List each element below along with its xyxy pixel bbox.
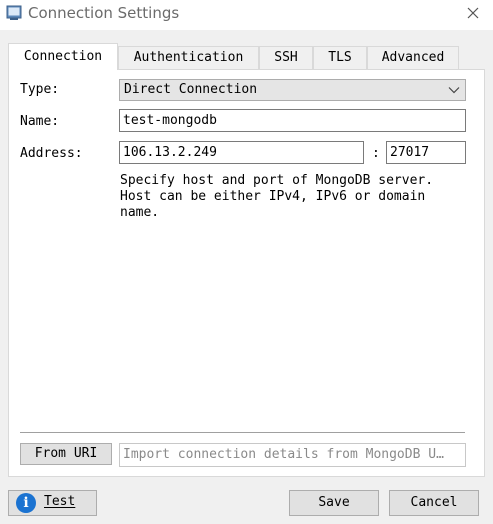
type-label: Type:	[20, 82, 60, 97]
close-icon[interactable]	[463, 3, 483, 23]
save-button[interactable]: Save	[289, 490, 379, 516]
type-select[interactable]: Direct Connection	[119, 79, 466, 101]
uri-input[interactable]: Import connection details from MongoDB U…	[119, 443, 466, 467]
info-icon: i	[16, 493, 36, 513]
divider	[20, 432, 465, 433]
window-title: Connection Settings	[28, 4, 180, 22]
cancel-button[interactable]: Cancel	[389, 490, 479, 516]
port-field[interactable]: 27017	[386, 141, 466, 164]
tab-advanced[interactable]: Advanced	[367, 46, 459, 69]
name-field[interactable]: test-mongodb	[119, 109, 466, 132]
test-button-label[interactable]: Test	[44, 494, 75, 509]
chevron-down-icon[interactable]	[448, 84, 460, 96]
tab-connection[interactable]: Connection	[8, 43, 118, 70]
tab-authentication[interactable]: Authentication	[118, 46, 259, 69]
port-separator: :	[372, 146, 380, 161]
host-field[interactable]: 106.13.2.249	[119, 141, 364, 164]
from-uri-button[interactable]: From URI	[20, 443, 112, 465]
address-label: Address:	[20, 146, 83, 161]
address-help-text: Specify host and port of MongoDB server.…	[120, 173, 434, 220]
name-label: Name:	[20, 114, 60, 129]
window-icon	[6, 5, 22, 21]
tab-ssh[interactable]: SSH	[259, 46, 313, 69]
tab-tls[interactable]: TLS	[313, 46, 367, 69]
